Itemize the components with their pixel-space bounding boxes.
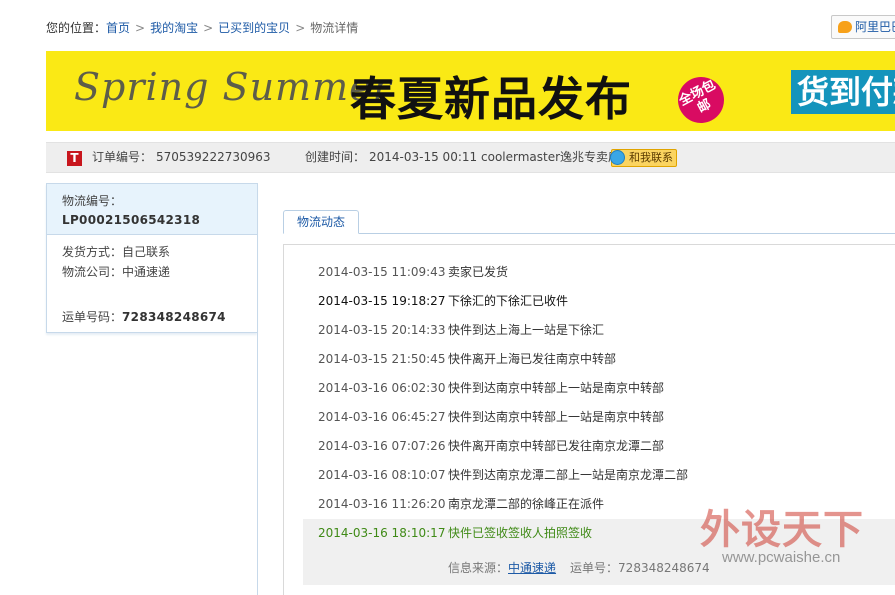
promo-banner[interactable]: Spring Summer 春夏新品发布 全场包邮 货到付款: [46, 51, 895, 131]
timeline-event: 快件离开上海已发往南京中转部: [448, 352, 617, 366]
timeline-row: 2014-03-15 20:14:33 快件到达上海上一站是下徐汇: [318, 320, 604, 340]
info-source-label: 信息来源：: [448, 561, 509, 575]
logistics-number-value: LP00021506542318: [62, 213, 201, 227]
timeline-row: 2014-03-15 11:09:43 卖家已发货: [318, 262, 508, 282]
tmall-logo-icon: T: [67, 151, 82, 166]
timeline-event: 快件到达南京龙潭二部上一站是南京龙潭二部: [448, 468, 689, 482]
info-source-company-link[interactable]: 中通速递: [508, 561, 556, 575]
timeline-row: 2014-03-15 19:18:27 下徐汇的下徐汇已收件: [318, 291, 568, 311]
timeline-row: 2014-03-16 07:07:26 快件离开南京中转部已发往南京龙潭二部: [318, 436, 664, 456]
tab-logistics-updates[interactable]: 物流动态: [283, 210, 359, 234]
info-source: 信息来源：中通速递 运单号：728348248674: [448, 558, 710, 578]
order-number-value: 570539222730963: [156, 150, 271, 164]
waybill-row: 运单号码：728348248674: [62, 308, 226, 326]
ship-method-value: 自己联系: [122, 245, 171, 259]
timeline-row: 2014-03-15 21:50:45 快件离开上海已发往南京中转部: [318, 349, 616, 369]
timeline-time: 2014-03-16 08:10:07: [318, 468, 446, 482]
waybill-value: 728348248674: [122, 310, 226, 324]
banner-script-text: Spring Summer: [74, 65, 392, 109]
logistics-company-value: 中通速递: [122, 265, 171, 279]
aliwangwang-button[interactable]: 阿里巴巴: [831, 15, 895, 39]
ship-method-row: 发货方式：自己联系: [62, 243, 170, 261]
logistics-number-label: 物流编号：: [62, 194, 123, 208]
timeline-time: 2014-03-15 20:14:33: [318, 323, 446, 337]
timeline-event: 快件离开南京中转部已发往南京龙潭二部: [448, 439, 665, 453]
breadcrumb-separator: >: [295, 21, 306, 35]
logistics-company-label: 物流公司：: [62, 265, 123, 279]
breadcrumb-separator: >: [135, 21, 146, 35]
wangwang-online-icon: [610, 150, 625, 165]
timeline-time: 2014-03-16 18:10:17: [318, 526, 446, 540]
breadcrumb-purchased-link[interactable]: 已买到的宝贝: [218, 21, 290, 35]
logistics-timeline: 2014-03-15 11:09:43 卖家已发货 2014-03-15 19:1…: [283, 244, 895, 595]
timeline-event: 快件到达上海上一站是下徐汇: [448, 323, 605, 337]
aliwangwang-label: 阿里巴巴: [855, 20, 895, 34]
banner-headline: 春夏新品发布: [350, 72, 632, 126]
breadcrumb-my-taobao-link[interactable]: 我的淘宝: [150, 21, 198, 35]
timeline-event: 南京龙潭二部的徐峰正在派件: [448, 497, 605, 511]
logistics-number-section: 物流编号： LP00021506542318: [47, 184, 257, 235]
timeline-time: 2014-03-15 21:50:45: [318, 352, 446, 366]
ship-method-label: 发货方式：: [62, 245, 123, 259]
breadcrumb: 您的位置：首页 > 我的淘宝 > 已买到的宝贝 > 物流详情: [46, 19, 358, 37]
breadcrumb-current: 物流详情: [310, 21, 359, 35]
waybill-label: 运单号码：: [62, 310, 123, 324]
breadcrumb-home-link[interactable]: 首页: [106, 21, 130, 35]
timeline-time: 2014-03-16 06:45:27: [318, 410, 446, 424]
banner-free-shipping-badge: 全场包邮: [669, 68, 733, 131]
column-divider: [257, 183, 258, 595]
order-number-label: 订单编号：: [92, 150, 153, 164]
timeline-time: 2014-03-16 06:02:30: [318, 381, 446, 395]
info-source-waybill-label: 运单号：: [570, 561, 619, 575]
timeline-event: 卖家已发货: [448, 265, 509, 279]
timeline-event: 下徐汇的下徐汇已收件: [448, 294, 569, 308]
timeline-row: 2014-03-16 06:45:27 快件到达南京中转部上一站是南京中转部: [318, 407, 664, 427]
chat-bubble-icon: [838, 20, 852, 33]
info-source-waybill-value: 728348248674: [618, 561, 710, 575]
timeline-row-latest: 2014-03-16 18:10:17 快件已签收签收人拍照签收: [318, 523, 592, 543]
timeline-time: 2014-03-16 07:07:26: [318, 439, 446, 453]
breadcrumb-prefix: 您的位置：: [46, 21, 107, 35]
timeline-row: 2014-03-16 08:10:07 快件到达南京龙潭二部上一站是南京龙潭二部: [318, 465, 688, 485]
timeline-row: 2014-03-16 06:02:30 快件到达南京中转部上一站是南京中转部: [318, 378, 664, 398]
tab-baseline: [283, 233, 895, 234]
contact-seller-button[interactable]: 和我联系: [610, 149, 677, 167]
breadcrumb-separator: >: [203, 21, 214, 35]
timeline-event: 快件到达南京中转部上一站是南京中转部: [448, 381, 665, 395]
contact-seller-label: 和我联系: [629, 151, 673, 164]
timeline-event: 快件到达南京中转部上一站是南京中转部: [448, 410, 665, 424]
shop-name: coolermaster逸兆专卖店: [481, 150, 621, 164]
banner-cod-label: 货到付款: [791, 70, 895, 114]
logistics-info-panel: 物流编号： LP00021506542318 发货方式：自己联系 物流公司：中通…: [46, 183, 257, 333]
created-time-value: 2014-03-15 00:11: [369, 150, 478, 164]
timeline-event: 快件已签收签收人拍照签收: [448, 526, 593, 540]
logistics-company-row: 物流公司：中通速递: [62, 263, 170, 281]
timeline-time: 2014-03-15 11:09:43: [318, 265, 446, 279]
timeline-row: 2014-03-16 11:26:20 南京龙潭二部的徐峰正在派件: [318, 494, 604, 514]
timeline-time: 2014-03-15 19:18:27: [318, 294, 446, 308]
timeline-time: 2014-03-16 11:26:20: [318, 497, 446, 511]
created-time-label: 创建时间：: [305, 150, 366, 164]
order-info-bar: T 订单编号： 570539222730963 创建时间： 2014-03-15…: [46, 142, 895, 173]
